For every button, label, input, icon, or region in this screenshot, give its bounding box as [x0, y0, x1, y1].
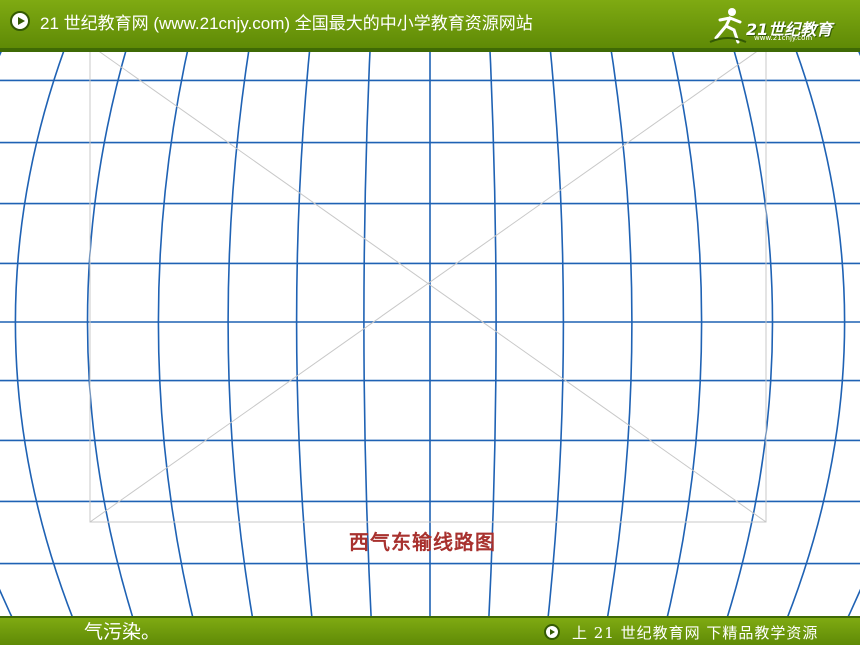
body-text-fragment: 气污染。	[84, 621, 161, 643]
image-caption: 西气东输线路图	[349, 530, 496, 554]
play-circle-icon[interactable]	[10, 11, 30, 31]
site-logo[interactable]: 21世纪教育 www.21cnjy.com	[708, 4, 848, 46]
play-circle-icon[interactable]	[544, 624, 560, 640]
runner-logo-icon	[709, 8, 747, 44]
footer-slogan[interactable]: 上 21 世纪教育网 下精品教学资源	[572, 622, 818, 643]
header-title[interactable]: 21 世纪教育网 (www.21cnjy.com) 全国最大的中小学教育资源网站	[40, 9, 533, 34]
header-bar: 21 世纪教育网 (www.21cnjy.com) 全国最大的中小学教育资源网站…	[0, 0, 860, 52]
image-placeholder-frame	[89, 44, 767, 523]
logo-url: www.21cnjy.com	[754, 34, 813, 42]
